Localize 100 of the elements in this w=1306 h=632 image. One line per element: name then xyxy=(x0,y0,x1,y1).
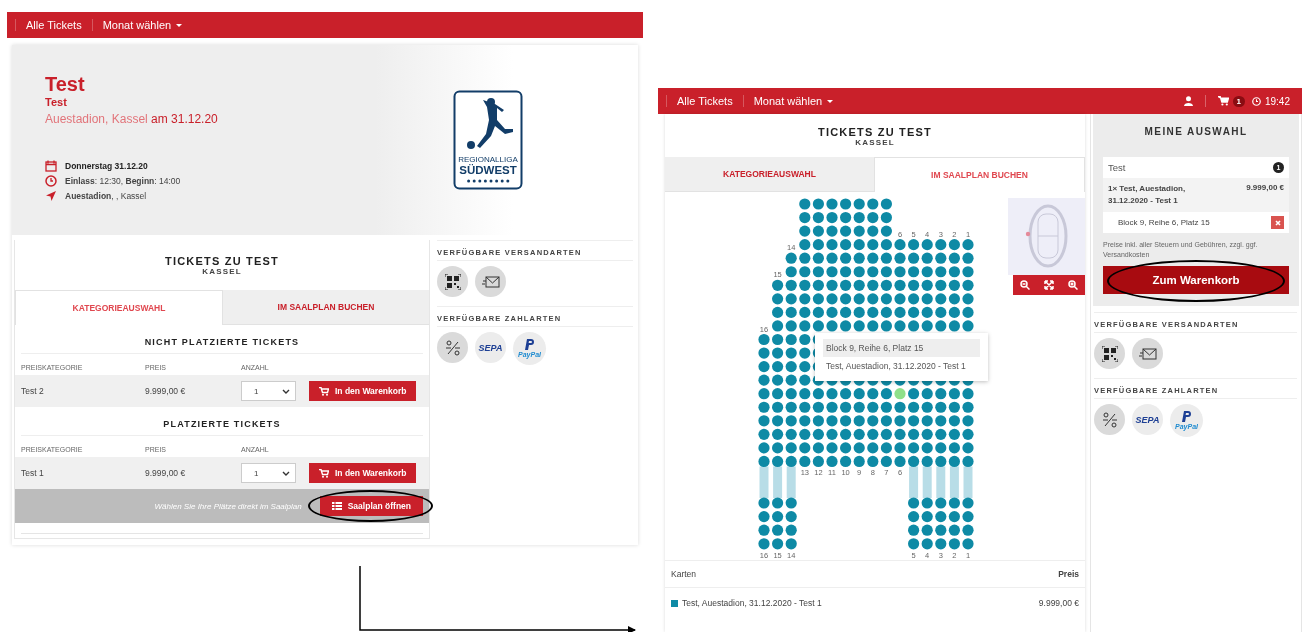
seat[interactable] xyxy=(962,538,974,550)
seat[interactable] xyxy=(826,266,838,278)
seat[interactable] xyxy=(799,455,811,468)
seat[interactable] xyxy=(812,388,824,400)
seat[interactable] xyxy=(840,211,852,224)
seat[interactable] xyxy=(840,415,852,427)
seat[interactable] xyxy=(908,266,920,278)
seat[interactable] xyxy=(799,361,811,373)
seat[interactable] xyxy=(785,347,797,359)
seat[interactable] xyxy=(826,225,838,237)
seat[interactable] xyxy=(948,239,960,251)
seat[interactable] xyxy=(772,428,784,440)
seat[interactable] xyxy=(867,388,879,400)
seat[interactable] xyxy=(840,225,852,237)
seat[interactable] xyxy=(962,455,974,468)
seat[interactable] xyxy=(962,442,974,454)
seat[interactable] xyxy=(921,279,933,291)
seat[interactable] xyxy=(840,266,852,278)
seat[interactable] xyxy=(812,428,824,440)
seat[interactable] xyxy=(799,266,811,278)
seat[interactable] xyxy=(812,415,824,427)
seat[interactable] xyxy=(948,497,960,509)
seat[interactable] xyxy=(853,279,865,291)
seat[interactable] xyxy=(799,239,811,251)
seat[interactable] xyxy=(908,442,920,454)
seat[interactable] xyxy=(772,388,784,400)
seat[interactable] xyxy=(785,538,797,550)
seat[interactable] xyxy=(785,361,797,373)
seat[interactable] xyxy=(962,401,974,413)
seat[interactable] xyxy=(880,455,892,468)
seat[interactable] xyxy=(921,239,933,251)
seat[interactable] xyxy=(921,415,933,427)
seat[interactable] xyxy=(867,428,879,440)
seat[interactable] xyxy=(785,374,797,386)
seat[interactable] xyxy=(758,374,770,386)
seat[interactable] xyxy=(921,320,933,332)
nav-link[interactable]: Alle Tickets xyxy=(15,19,92,31)
seat[interactable] xyxy=(785,333,797,346)
seat[interactable] xyxy=(894,279,906,291)
add-to-cart-button[interactable]: In den Warenkorb xyxy=(309,381,417,401)
go-to-cart-button[interactable]: Zum Warenkorb xyxy=(1103,266,1289,294)
seat[interactable] xyxy=(799,252,811,264)
user-icon[interactable] xyxy=(1183,96,1193,106)
seat[interactable] xyxy=(840,239,852,251)
tab[interactable]: IM SAALPLAN BUCHEN xyxy=(223,290,429,325)
seat[interactable] xyxy=(758,401,770,413)
seat[interactable] xyxy=(785,511,797,523)
seat[interactable] xyxy=(772,415,784,427)
seat[interactable] xyxy=(772,442,784,454)
seat[interactable] xyxy=(785,252,797,264)
seat[interactable] xyxy=(826,252,838,264)
seat[interactable] xyxy=(758,388,770,400)
seat[interactable] xyxy=(812,320,824,332)
seat[interactable] xyxy=(935,511,947,523)
seat[interactable] xyxy=(948,388,960,400)
seat[interactable] xyxy=(799,374,811,386)
seat[interactable] xyxy=(908,455,920,468)
seat[interactable] xyxy=(772,320,784,332)
seat[interactable] xyxy=(826,198,838,210)
seat[interactable] xyxy=(840,388,852,400)
seat[interactable] xyxy=(867,252,879,264)
seat[interactable] xyxy=(826,415,838,427)
cart-icon[interactable] xyxy=(1217,96,1229,106)
seat[interactable] xyxy=(962,524,974,536)
seat[interactable] xyxy=(935,266,947,278)
seat[interactable] xyxy=(935,524,947,536)
seat[interactable] xyxy=(935,497,947,509)
seat[interactable] xyxy=(853,415,865,427)
seat[interactable] xyxy=(935,279,947,291)
tab[interactable]: IM SAALPLAN BUCHEN xyxy=(874,157,1085,192)
seat[interactable] xyxy=(880,239,892,251)
seat[interactable] xyxy=(867,415,879,427)
seat[interactable] xyxy=(908,306,920,318)
seat[interactable] xyxy=(758,538,770,550)
seat[interactable] xyxy=(962,293,974,305)
seat[interactable] xyxy=(785,415,797,427)
seat[interactable] xyxy=(908,252,920,264)
seat[interactable] xyxy=(908,524,920,536)
seat[interactable] xyxy=(867,455,879,468)
seat[interactable] xyxy=(908,428,920,440)
seat[interactable] xyxy=(962,415,974,427)
seat[interactable] xyxy=(799,225,811,237)
seat[interactable] xyxy=(772,347,784,359)
seat[interactable] xyxy=(772,293,784,305)
seat[interactable] xyxy=(948,320,960,332)
seat[interactable] xyxy=(908,239,920,251)
quantity-select[interactable]: 1 xyxy=(241,463,296,483)
seat[interactable] xyxy=(826,293,838,305)
seat[interactable] xyxy=(853,211,865,224)
seat[interactable] xyxy=(962,266,974,278)
seat[interactable] xyxy=(880,279,892,291)
seat[interactable] xyxy=(853,401,865,413)
seat[interactable] xyxy=(894,252,906,264)
seat[interactable] xyxy=(935,415,947,427)
seat[interactable] xyxy=(812,306,824,318)
seat[interactable] xyxy=(921,497,933,509)
seat[interactable] xyxy=(880,225,892,237)
seat[interactable] xyxy=(853,266,865,278)
seat[interactable] xyxy=(785,279,797,291)
seat[interactable] xyxy=(758,511,770,523)
